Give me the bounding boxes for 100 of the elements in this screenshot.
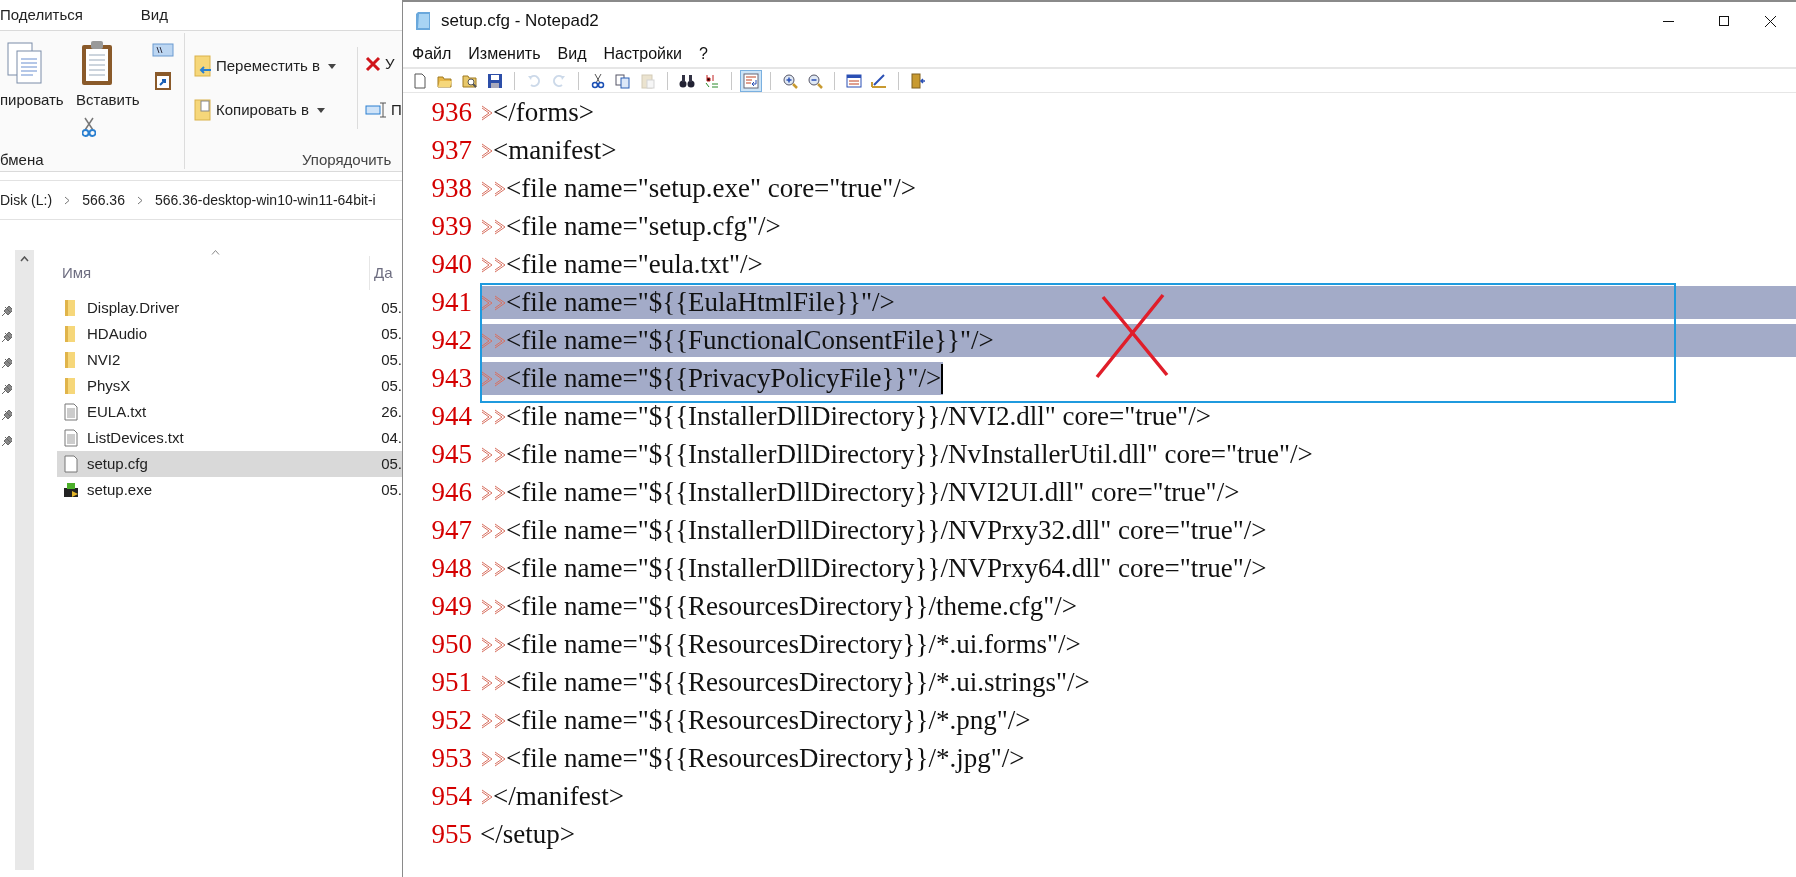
group-label: бмена bbox=[0, 150, 44, 170]
file-row[interactable]: NVI2 05. bbox=[57, 347, 402, 373]
code-line: <file name="${{ResourcesDirectory}}/*.ui.forms"/> bbox=[506, 628, 1081, 661]
floppy-icon bbox=[487, 72, 503, 89]
code-line: <file name="eula.txt"/> bbox=[506, 248, 763, 281]
window-title: setup.cfg - Notepad2 bbox=[441, 10, 599, 33]
delete-button[interactable]: У bbox=[365, 53, 395, 76]
folder-copy-icon bbox=[194, 99, 212, 122]
tab-marker-icon bbox=[494, 674, 506, 691]
file-date: 26. bbox=[381, 401, 402, 422]
sort-up-icon bbox=[211, 250, 220, 255]
column-header[interactable]: Имя bbox=[50, 256, 370, 290]
tab-marker-icon bbox=[481, 104, 493, 121]
tab-marker-icon bbox=[494, 598, 506, 615]
tab-marker-icon bbox=[481, 256, 493, 273]
documents-icon bbox=[4, 41, 44, 87]
text-file-icon bbox=[63, 403, 79, 421]
column-header[interactable]: Да bbox=[370, 261, 393, 285]
caret-icon bbox=[328, 63, 337, 69]
pin-icon bbox=[0, 434, 12, 448]
tab-marker-icon bbox=[481, 484, 493, 501]
tab-marker-icon bbox=[494, 636, 506, 653]
maximize-icon bbox=[1719, 16, 1729, 26]
chevron-right-icon bbox=[136, 195, 143, 205]
code-line: <file name="${{InstallerDllDirectory}}/NVPrxy32.dll" core="true"/> bbox=[506, 514, 1267, 547]
tab-marker-icon bbox=[494, 218, 506, 235]
text-file-icon bbox=[63, 429, 79, 447]
word-wrap-button[interactable] bbox=[740, 69, 762, 92]
tab-marker-icon bbox=[481, 332, 493, 349]
tab-marker-icon bbox=[494, 256, 506, 273]
paste-icon bbox=[640, 72, 656, 89]
close-icon bbox=[365, 56, 381, 73]
rename-icon bbox=[365, 102, 387, 119]
replace-icon bbox=[704, 72, 720, 89]
menu-item[interactable]: ? bbox=[697, 41, 709, 66]
ribbon-tab[interactable]: Поделиться bbox=[0, 3, 83, 27]
file-row[interactable]: EULA.txt 26. bbox=[57, 399, 402, 425]
menu-item[interactable]: Файл bbox=[411, 41, 453, 66]
file-row[interactable]: PhysX 05. bbox=[57, 373, 402, 399]
zoom-in-icon bbox=[782, 72, 798, 89]
tab-marker-icon bbox=[494, 712, 506, 729]
menu-item[interactable]: Изменить bbox=[467, 41, 542, 66]
code-line: </setup> bbox=[480, 818, 575, 851]
tab-marker-icon bbox=[494, 522, 506, 539]
file-row[interactable]: setup.cfg 05. bbox=[57, 451, 402, 477]
file-name: EULA.txt bbox=[87, 401, 148, 422]
scissors-icon bbox=[590, 72, 606, 89]
exit-door-icon bbox=[910, 72, 926, 89]
close-icon bbox=[1765, 15, 1776, 27]
code-line: <file name="${{InstallerDllDirectory}}/NvInstallerUtil.dll" core="true"/> bbox=[506, 438, 1313, 471]
ruler-pencil-icon bbox=[871, 72, 887, 89]
window-icon bbox=[846, 72, 862, 89]
pin-icon bbox=[0, 408, 12, 422]
rename-button[interactable]: П bbox=[365, 99, 402, 122]
tab-marker-icon bbox=[481, 522, 493, 539]
paste-button[interactable]: Вставить bbox=[76, 89, 140, 112]
copy-to-button[interactable]: Копировать в bbox=[194, 99, 325, 122]
new-file-icon bbox=[412, 72, 428, 89]
breadcrumb[interactable]: 566.36 bbox=[82, 189, 125, 211]
code-line: <file name="${{ResourcesDirectory}}/*.jpg"/> bbox=[506, 742, 1025, 775]
scroll-up-icon bbox=[20, 256, 29, 262]
tab-marker-icon bbox=[494, 370, 506, 387]
tab-marker-icon bbox=[481, 218, 493, 235]
file-row[interactable]: ListDevices.txt 04. bbox=[57, 425, 402, 451]
code-line: <file name="${{InstallerDllDirectory}}/NVI2UI.dll" core="true"/> bbox=[506, 476, 1240, 509]
copy-icon bbox=[615, 72, 631, 89]
breadcrumb[interactable]: 566.36-desktop-win10-win11-64bit-i bbox=[154, 189, 376, 211]
menu-item[interactable]: Вид bbox=[556, 41, 588, 66]
code-line: <file name="${{ResourcesDirectory}}/theme.cfg"/> bbox=[506, 590, 1077, 623]
file-row[interactable]: HDAudio 05. bbox=[57, 321, 402, 347]
file-icon bbox=[63, 455, 79, 473]
file-date: 05. bbox=[381, 375, 402, 396]
file-date: 05. bbox=[381, 297, 402, 318]
breadcrumb[interactable]: Disk (L:) bbox=[0, 189, 53, 211]
tab-marker-icon bbox=[494, 294, 506, 311]
tab-marker-icon bbox=[481, 180, 493, 197]
tab-marker-icon bbox=[494, 180, 506, 197]
code-line: </forms> bbox=[493, 96, 594, 129]
shortcut-icon bbox=[154, 69, 172, 91]
notepad-icon bbox=[415, 11, 431, 31]
move-to-button[interactable]: Переместить в bbox=[194, 55, 337, 78]
tab-marker-icon bbox=[481, 712, 493, 729]
copy-button[interactable]: пировать bbox=[0, 89, 64, 112]
tab-marker-icon bbox=[494, 750, 506, 767]
ribbon-tab[interactable]: Вид bbox=[140, 3, 168, 27]
scrollbar[interactable] bbox=[15, 250, 34, 870]
code-line: <file name="${{InstallerDllDirectory}}/NVI2.dll" core="true"/> bbox=[506, 400, 1211, 433]
chevron-right-icon bbox=[64, 195, 71, 205]
pin-icon bbox=[0, 382, 12, 396]
menu-item[interactable]: Настройки bbox=[602, 41, 683, 66]
file-row[interactable]: setup.exe 05. bbox=[57, 477, 402, 503]
tab-marker-icon bbox=[481, 788, 493, 805]
tab-marker-icon bbox=[494, 408, 506, 425]
file-row[interactable]: Display.Driver 05. bbox=[57, 295, 402, 321]
tab-marker-icon bbox=[494, 332, 506, 349]
file-date: 05. bbox=[381, 349, 402, 370]
file-name: setup.exe bbox=[87, 479, 154, 500]
tab-marker-icon bbox=[481, 446, 493, 463]
tab-marker-icon bbox=[481, 674, 493, 691]
tab-marker-icon bbox=[481, 560, 493, 577]
